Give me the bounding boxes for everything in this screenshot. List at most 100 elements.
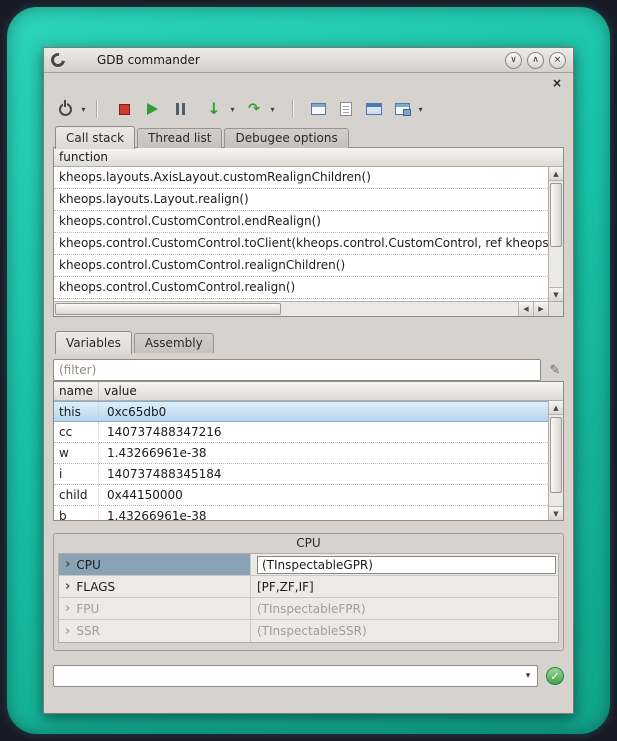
step-button[interactable]: ↓ bbox=[202, 96, 226, 122]
step-menu-button[interactable]: ▾ bbox=[226, 96, 238, 122]
command-row: ▾ ✓ bbox=[53, 664, 564, 688]
tab-variables[interactable]: Variables bbox=[55, 331, 132, 354]
step-over-button[interactable]: ↷ bbox=[242, 96, 266, 122]
variable-name: this bbox=[54, 402, 99, 421]
register-value-editor[interactable] bbox=[257, 556, 556, 574]
tab-assembly[interactable]: Assembly bbox=[134, 333, 214, 353]
debug-toolbar: ▾ ↓ ▾ ↷ ▾ ▾ bbox=[53, 93, 564, 125]
call-stack-row[interactable]: kheops.control.CustomControl.toClient(kh… bbox=[54, 233, 548, 255]
register-group-name: CPU bbox=[76, 558, 100, 572]
dock-panel: × ▾ ↓ ▾ ↷ ▾ ▾ bbox=[44, 73, 573, 713]
expand-icon[interactable]: › bbox=[65, 602, 70, 615]
expand-icon[interactable]: › bbox=[65, 625, 70, 638]
variable-value: 1.43266961e-38 bbox=[99, 446, 548, 460]
scroll-thumb[interactable] bbox=[55, 303, 281, 315]
table-row[interactable]: w 1.43266961e-38 bbox=[54, 443, 548, 464]
variable-value: 0xc65db0 bbox=[99, 405, 548, 419]
scroll-up-button[interactable]: ▲ bbox=[549, 167, 563, 181]
call-stack-row[interactable]: kheops.layouts.AxisLayout.customRealignC… bbox=[54, 167, 548, 189]
monitor-button[interactable] bbox=[362, 96, 386, 122]
vertical-scrollbar[interactable]: ▲ ▼ bbox=[548, 167, 563, 301]
scroll-up-button[interactable]: ▲ bbox=[549, 401, 563, 415]
app-icon bbox=[48, 50, 67, 69]
pause-icon bbox=[176, 103, 185, 115]
cpu-row[interactable]: › FPU (TInspectableFPR) bbox=[59, 598, 558, 620]
scroll-thumb[interactable] bbox=[550, 183, 562, 247]
gdb-commander-window: GDB commander ∨ ∧ × × ▾ ↓ ▾ ↷ bbox=[43, 47, 574, 714]
variable-value: 0x44150000 bbox=[99, 488, 548, 502]
call-stack-row[interactable]: kheops.control.CustomControl.realign() bbox=[54, 277, 548, 299]
call-stack-row[interactable]: kheops.control.CustomControl.endRealign(… bbox=[54, 211, 548, 233]
window-frame: GDB commander ∨ ∧ × × ▾ ↓ ▾ ↷ bbox=[7, 7, 610, 734]
tab-call-stack[interactable]: Call stack bbox=[55, 126, 135, 149]
call-stack-row[interactable]: kheops.layouts.Layout.realign() bbox=[54, 189, 548, 211]
filter-input[interactable] bbox=[53, 359, 541, 381]
panel-close-button[interactable]: × bbox=[550, 77, 564, 89]
horizontal-scrollbar[interactable]: ◀ ▶ bbox=[54, 301, 548, 316]
top-tabbar: Call stack Thread list Debugee options bbox=[53, 125, 564, 148]
column-name[interactable]: name bbox=[54, 382, 99, 400]
column-function[interactable]: function bbox=[54, 148, 108, 166]
filter-row: ✎ bbox=[53, 359, 564, 381]
send-command-button[interactable]: ✓ bbox=[546, 667, 564, 685]
expand-icon[interactable]: › bbox=[65, 558, 70, 571]
combo-dropdown-icon[interactable]: ▾ bbox=[519, 666, 537, 686]
command-input[interactable] bbox=[53, 665, 538, 687]
minimize-button[interactable]: ∨ bbox=[505, 52, 522, 69]
window-options-menu-button[interactable]: ▾ bbox=[414, 96, 426, 122]
mid-tabbar: Variables Assembly bbox=[53, 330, 564, 353]
register-group-name: SSR bbox=[76, 624, 100, 638]
frame-function: kheops.control.CustomControl.realign() bbox=[59, 280, 295, 294]
clear-filter-icon[interactable]: ✎ bbox=[546, 363, 564, 378]
cpu-row[interactable]: › SSR (TInspectableSSR) bbox=[59, 620, 558, 642]
cpu-row[interactable]: › CPU bbox=[59, 554, 558, 576]
continue-button[interactable] bbox=[140, 96, 164, 122]
scroll-thumb[interactable] bbox=[550, 417, 562, 493]
dock-header: × bbox=[53, 73, 564, 93]
close-icon: × bbox=[554, 56, 562, 65]
command-combo[interactable]: ▾ bbox=[53, 665, 538, 687]
tab-thread-list[interactable]: Thread list bbox=[137, 128, 222, 148]
window-options-button[interactable] bbox=[390, 96, 414, 122]
scroll-left-button[interactable]: ◀ bbox=[518, 302, 533, 316]
scrollbar-corner bbox=[548, 301, 563, 316]
power-button[interactable] bbox=[53, 96, 77, 122]
call-stack-row[interactable]: kheops.control.CustomControl.realignChil… bbox=[54, 255, 548, 277]
stop-button[interactable] bbox=[112, 96, 136, 122]
power-menu-button[interactable]: ▾ bbox=[77, 96, 89, 122]
table-row[interactable]: child 0x44150000 bbox=[54, 485, 548, 506]
cpu-groupbox: CPU › CPU › FLAGS bbox=[53, 533, 564, 651]
windows-button[interactable] bbox=[306, 96, 330, 122]
frame-function: kheops.control.CustomControl.toClient(kh… bbox=[59, 236, 548, 250]
column-value[interactable]: value bbox=[99, 382, 137, 400]
play-icon bbox=[147, 103, 158, 115]
variables-rows: this 0xc65db0 cc 140737488347216 w 1.432… bbox=[54, 401, 548, 520]
tab-debugee-options[interactable]: Debugee options bbox=[224, 128, 348, 148]
toolbar-separator bbox=[96, 100, 97, 118]
pause-button[interactable] bbox=[168, 96, 192, 122]
step-over-menu-button[interactable]: ▾ bbox=[266, 96, 278, 122]
register-group-value: (TInspectableFPR) bbox=[251, 598, 558, 619]
close-button[interactable]: × bbox=[549, 52, 566, 69]
call-stack-header[interactable]: function bbox=[54, 148, 563, 167]
chevron-down-icon: ▾ bbox=[81, 105, 85, 114]
table-row[interactable]: b 1.43266961e-38 bbox=[54, 506, 548, 520]
maximize-button[interactable]: ∧ bbox=[527, 52, 544, 69]
toolbar-separator bbox=[292, 100, 293, 118]
titlebar[interactable]: GDB commander ∨ ∧ × bbox=[44, 48, 573, 73]
table-row[interactable]: cc 140737488347216 bbox=[54, 422, 548, 443]
table-row[interactable]: this 0xc65db0 bbox=[54, 401, 548, 422]
scroll-right-button[interactable]: ▶ bbox=[533, 302, 548, 316]
step-into-icon: ↓ bbox=[207, 101, 220, 117]
vertical-scrollbar[interactable]: ▲ ▼ bbox=[548, 401, 563, 520]
table-row[interactable]: i 140737488345184 bbox=[54, 464, 548, 485]
variable-value: 140737488347216 bbox=[99, 425, 548, 439]
expand-icon[interactable]: › bbox=[65, 580, 70, 593]
scroll-down-button[interactable]: ▼ bbox=[549, 287, 563, 301]
register-group-name: FPU bbox=[76, 602, 99, 616]
cpu-row[interactable]: › FLAGS [PF,ZF,IF] bbox=[59, 576, 558, 598]
report-button[interactable] bbox=[334, 96, 358, 122]
scroll-down-button[interactable]: ▼ bbox=[549, 506, 563, 520]
chevron-down-icon: ▾ bbox=[418, 105, 422, 114]
chevron-down-icon: ▾ bbox=[270, 105, 274, 114]
